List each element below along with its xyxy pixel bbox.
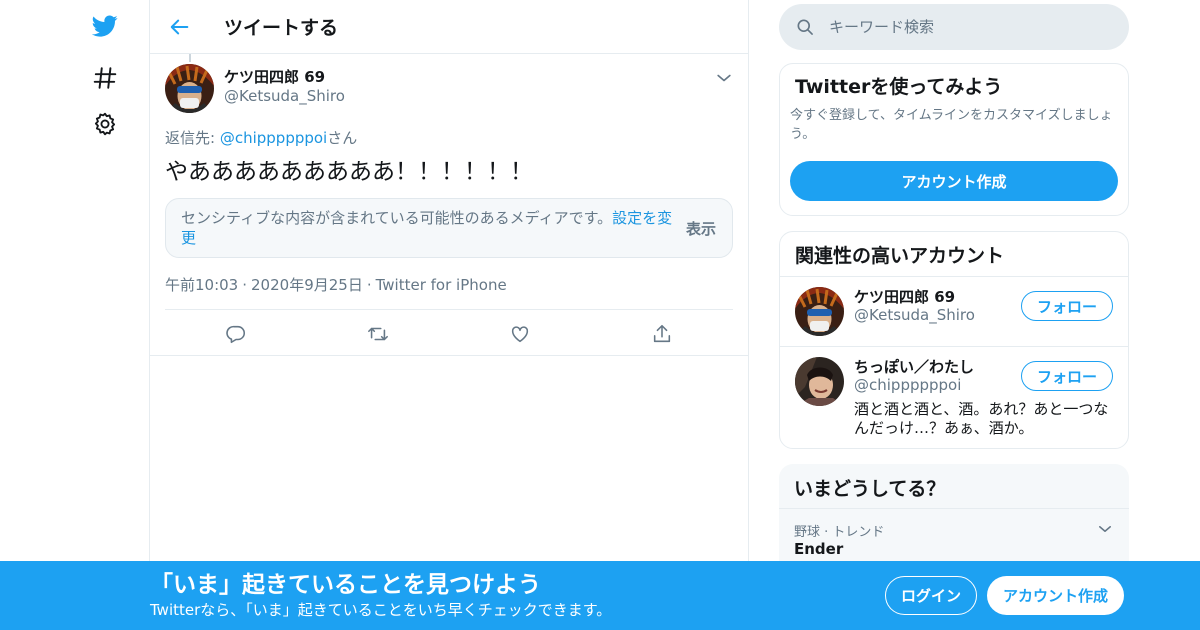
account-name[interactable]: ケツ田四郎 69 [854, 286, 955, 307]
share-icon[interactable] [651, 323, 675, 347]
avatar[interactable] [795, 287, 844, 336]
trends-title: いまどうしてる？ [779, 464, 1129, 509]
back-arrow-icon[interactable] [150, 0, 210, 54]
search-icon [797, 19, 813, 35]
like-heart-icon[interactable] [509, 323, 533, 347]
who-to-follow-title: 関連性の高いアカウント [780, 232, 1128, 277]
tweet-text: やあああああああああ！！！！！！ [165, 159, 533, 185]
follow-button[interactable]: フォロー [1021, 361, 1113, 391]
account-bio: 酒と酒と酒と、酒。あれ？あと一つなんだっけ…？あぁ、酒か。 [854, 400, 1109, 437]
meta-separator: · [366, 276, 372, 294]
tweet-detail: ケツ田四郎 69 @Ketsuda_Shiro 返信先: @chippppppo… [150, 54, 748, 359]
banner-subtitle: Twitterなら、「いま」起きていることをいち早くチェックできます。 [150, 601, 612, 619]
signup-card-subtitle: 今すぐ登録して、タイムラインをカスタマイズしましょう。 [790, 108, 1113, 142]
tweet-metadata: 午前10:03 · 2020年9月25日 · Twitter for iPhone [165, 274, 733, 294]
sensitive-notice-text: センシティブな内容が含まれている可能性のあるメディアです。 [181, 209, 613, 227]
tweet-actions [165, 309, 733, 359]
search-bar[interactable] [779, 4, 1129, 50]
account-handle[interactable]: @chippppppoi [854, 376, 961, 394]
sensitive-media-notice: センシティブな内容が含まれている可能性のあるメディアです。設定を変更 表示 [165, 198, 733, 258]
account-row[interactable]: ちっぽい／わたし @chippppppoi フォロー 酒と酒と酒と、酒。あれ？あ… [780, 347, 1128, 448]
reply-icon[interactable] [225, 323, 249, 347]
show-media-button[interactable]: 表示 [686, 218, 716, 239]
reply-prefix: 返信先: [165, 129, 220, 147]
search-input[interactable] [829, 18, 1089, 36]
banner-title: 「いま」起きていることを見つけよう [150, 572, 541, 598]
tweet-bottom-divider [150, 355, 748, 356]
reply-suffix: さん [327, 129, 358, 147]
bottom-signup-banner: 「いま」起きていることを見つけよう Twitterなら、「いま」起きていることを… [0, 561, 1200, 630]
hashtag-icon[interactable] [88, 61, 122, 95]
tweet-source[interactable]: Twitter for iPhone [376, 276, 507, 294]
tweet-author-row: ケツ田四郎 69 @Ketsuda_Shiro [165, 54, 733, 113]
login-button[interactable]: ログイン [885, 576, 977, 615]
create-account-button[interactable]: アカウント作成 [790, 161, 1118, 201]
left-nav [0, 0, 150, 630]
account-row[interactable]: ケツ田四郎 69 @Ketsuda_Shiro フォロー [780, 277, 1128, 347]
banner-create-account-button[interactable]: アカウント作成 [987, 576, 1124, 615]
signup-card-title: Twitterを使ってみよう [795, 76, 1003, 98]
meta-separator: · [242, 276, 248, 294]
author-name[interactable]: ケツ田四郎 69 [224, 68, 345, 87]
account-name[interactable]: ちっぽい／わたし [854, 356, 974, 377]
retweet-icon[interactable] [367, 323, 391, 347]
gear-icon[interactable] [88, 107, 122, 141]
reply-mention-link[interactable]: @chippppppoi [220, 129, 327, 147]
chevron-down-icon[interactable] [1096, 520, 1114, 538]
follow-button[interactable]: フォロー [1021, 291, 1113, 321]
thread-connector-line [189, 54, 191, 62]
main-column: ツイートする ケツ田四郎 69 @Ketsuda_Shiro 返信先: @chi… [149, 0, 749, 630]
page-title: ツイートする [224, 17, 339, 39]
account-handle[interactable]: @Ketsuda_Shiro [854, 306, 975, 324]
author-handle[interactable]: @Ketsuda_Shiro [224, 87, 345, 106]
signup-card: Twitterを使ってみよう 今すぐ登録して、タイムラインをカスタマイズしましょ… [779, 63, 1129, 216]
avatar[interactable] [795, 357, 844, 406]
who-to-follow-card: 関連性の高いアカウント ケツ田四郎 69 @Ketsuda_Shiro フォロー [779, 231, 1129, 449]
author-avatar[interactable] [165, 64, 214, 113]
main-header: ツイートする [150, 0, 748, 54]
chevron-down-icon[interactable] [714, 68, 734, 88]
tweet-date[interactable]: 2020年9月25日 [251, 276, 363, 294]
tweet-time[interactable]: 午前10:03 [165, 276, 238, 294]
trend-category: 野球 · トレンド [794, 525, 885, 540]
reply-to-line: 返信先: @chippppppoiさん [165, 127, 733, 148]
trend-name[interactable]: Ender [794, 540, 843, 558]
twitter-bird-icon[interactable] [88, 9, 122, 43]
